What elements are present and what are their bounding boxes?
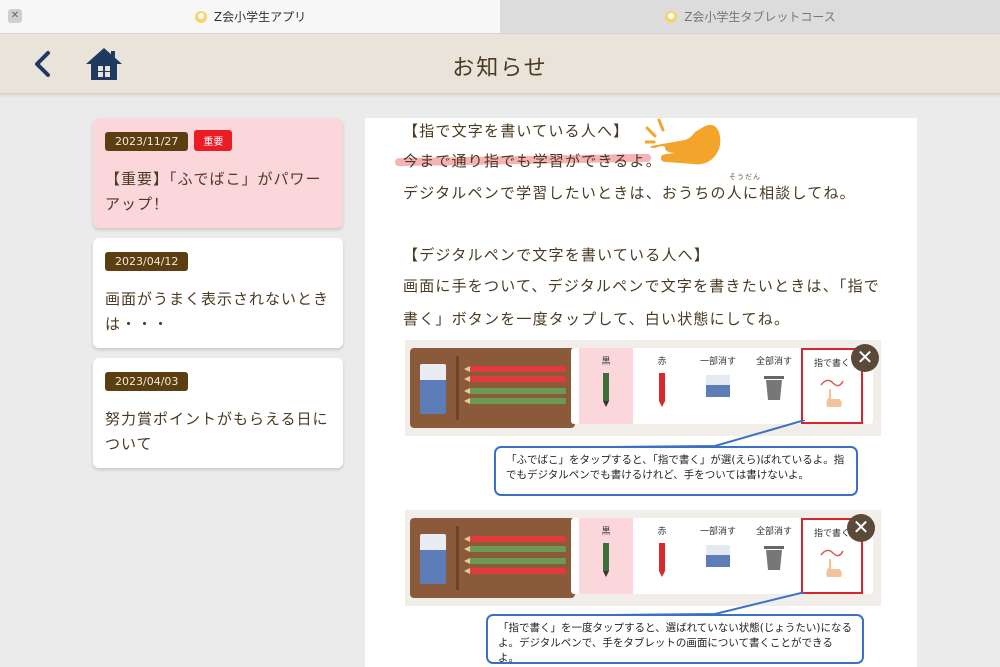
eraser-icon (706, 375, 730, 397)
eraser-icon (706, 545, 730, 567)
tool-partial-erase: 一部消す (691, 348, 745, 424)
trash-icon (764, 546, 784, 570)
tool-black: 黒 (579, 348, 633, 424)
pencil-icon (464, 536, 566, 542)
pencil-icon (659, 373, 665, 407)
ruby-text: そうだん (729, 173, 761, 181)
tab-bar: ✕ Z会小学生アプリ Z会小学生タブレットコース (0, 0, 1000, 34)
tool-clear-all: 全部消す (747, 348, 801, 424)
close-tab-icon[interactable]: ✕ (8, 9, 22, 23)
tab-tablet-course[interactable]: Z会小学生タブレットコース (500, 0, 1000, 33)
app-logo-icon (665, 10, 678, 23)
tool-red: 赤 (635, 518, 689, 594)
finger-icon (820, 379, 844, 407)
trash-icon (764, 376, 784, 400)
content-heading: 【指で文字を書いている人へ】 (403, 122, 630, 140)
pencil-icon (603, 373, 609, 407)
tool-partial-erase: 一部消す (691, 518, 745, 594)
callout-box: 「指で書く」を一度タップすると、選ばれていない状態(じょうたい)になる よ。デジ… (486, 614, 864, 664)
notice-item[interactable]: 2023/11/27 重要 【重要】「ふでばこ」がパワーアップ！ (93, 118, 343, 228)
notice-title: 努力賞ポイントがもらえる日について (105, 410, 329, 453)
notice-item[interactable]: 2023/04/03 努力賞ポイントがもらえる日について (93, 358, 343, 468)
finger-icon (820, 549, 844, 577)
notice-title: 【重要】「ふでばこ」がパワーアップ！ (105, 170, 322, 213)
tab-z-kai-app[interactable]: ✕ Z会小学生アプリ (0, 0, 500, 33)
pencil-icon (464, 398, 566, 404)
pencil-case (410, 518, 575, 598)
close-icon: ✕ (851, 344, 879, 372)
pencil-icon (464, 366, 566, 372)
notice-content[interactable]: 【指で文字を書いている人へ】 今まで通り指でも学習ができるよ。 そうだん デジタ… (365, 118, 917, 667)
notice-date: 2023/11/27 (105, 132, 189, 151)
notice-date: 2023/04/12 (105, 252, 189, 271)
content-text: 書く」ボタンを一度タップして、白い状態にしてね。 (403, 310, 791, 328)
pencil-case (410, 348, 575, 428)
tab-label: Z会小学生アプリ (213, 10, 307, 24)
pencil-icon (464, 388, 566, 394)
pencil-icon (603, 543, 609, 577)
important-badge: 重要 (194, 130, 233, 151)
pencil-icon (659, 543, 665, 577)
notice-list: 2023/11/27 重要 【重要】「ふでばこ」がパワーアップ！ 2023/04/… (93, 118, 343, 478)
tool-red: 赤 (635, 348, 689, 424)
content-text: 画面に手をついて、デジタルペンで文字を書きたいときは、「指で (403, 277, 881, 295)
pencil-icon (464, 546, 566, 552)
tool-black: 黒 (579, 518, 633, 594)
app-header: お知らせ (0, 34, 1000, 94)
app-logo-icon (194, 10, 207, 23)
notice-date: 2023/04/03 (105, 372, 189, 391)
content-text: 今まで通り指でも学習ができるよ。 (403, 152, 662, 170)
pencil-icon (464, 568, 566, 574)
notice-item[interactable]: 2023/04/12 画面がうまく表示されないときは・・・ (93, 238, 343, 348)
pointing-hand-icon (645, 118, 721, 165)
pen-toolbar: 黒 赤 一部消す 全部消す 指で書く (571, 348, 873, 424)
notice-title: 画面がうまく表示されないときは・・・ (105, 290, 330, 333)
tool-clear-all: 全部消す (747, 518, 801, 594)
tab-label: Z会小学生タブレットコース (684, 10, 836, 24)
close-icon: ✕ (847, 514, 875, 542)
content-heading: 【デジタルペンで文字を書いている人へ】 (403, 246, 711, 264)
content-text: デジタルペンで学習したいときは、おうちの人に相談してね。 (403, 184, 856, 202)
pencil-icon (464, 558, 566, 564)
pencil-icon (464, 376, 566, 382)
callout-box: 「ふでばこ」をタップすると、「指で書く」が選(えら)ばれているよ。指 でもデジタ… (494, 446, 858, 496)
pen-toolbar: 黒 赤 一部消す 全部消す 指で書く (571, 518, 873, 594)
page-title: お知らせ (452, 56, 548, 81)
